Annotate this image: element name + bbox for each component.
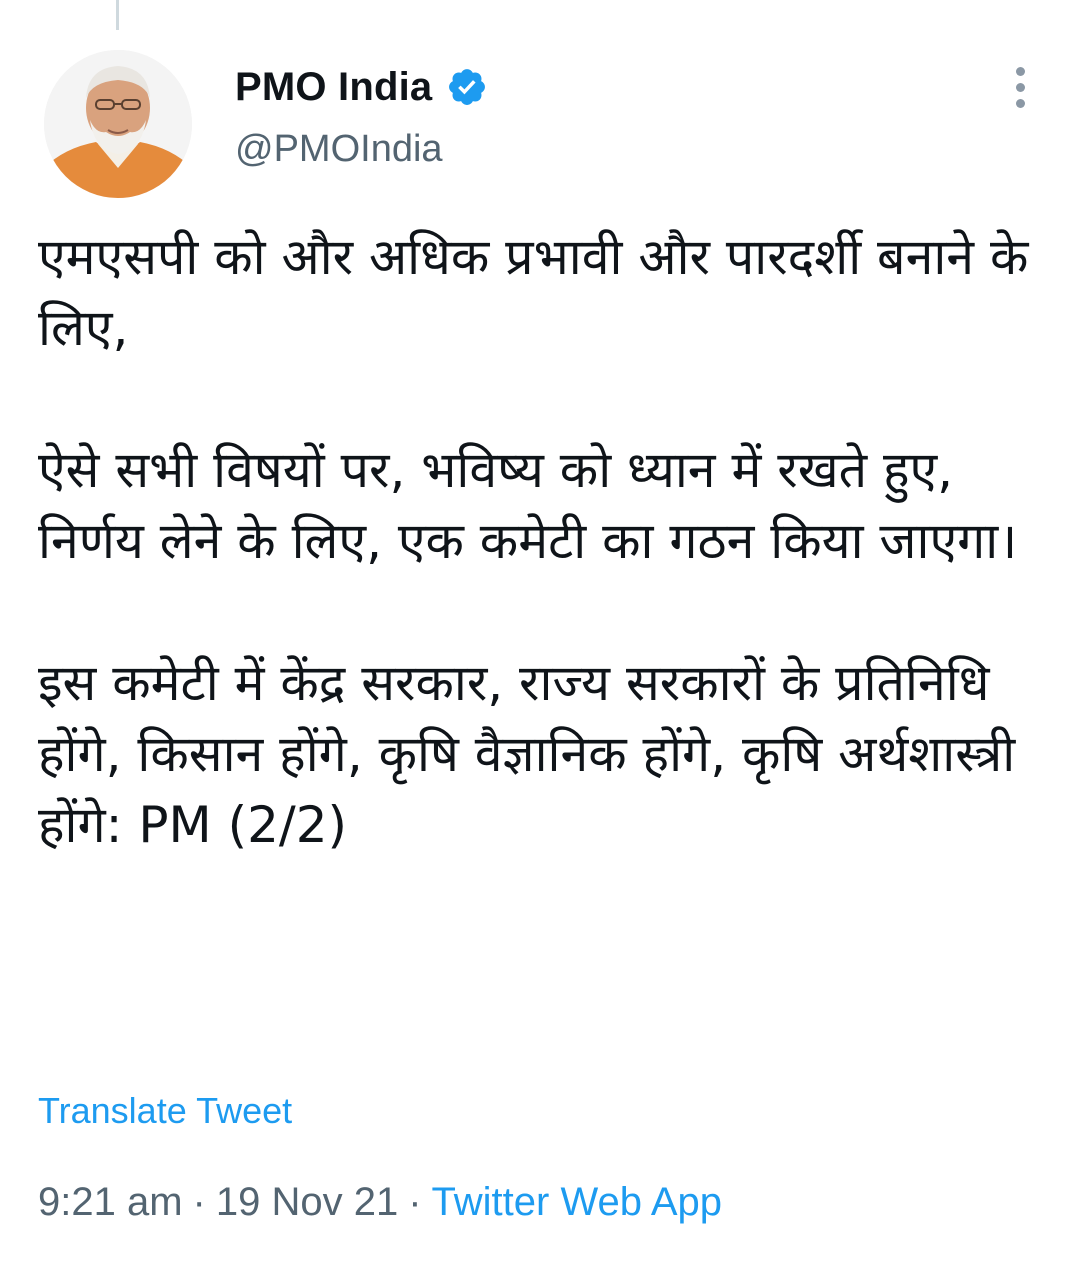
tweet-paragraph: एमएसपी को और अधिक प्रभावी और पारदर्शी बन…	[38, 228, 1045, 357]
author-display-name[interactable]: PMO India	[235, 65, 432, 110]
more-dot	[1015, 66, 1025, 76]
tweet-paragraph: इस कमेटी में केंद्र सरकार, राज्य सरकारों…	[38, 654, 1032, 854]
tweet-source-link[interactable]: Twitter Web App	[432, 1180, 723, 1224]
avatar[interactable]	[44, 50, 192, 198]
verified-badge-icon	[446, 66, 488, 108]
tweet-metadata: 9:21 am · 19 Nov 21 · Twitter Web App	[38, 1180, 722, 1225]
meta-separator: ·	[192, 1180, 206, 1224]
tweet-date[interactable]: 19 Nov 21	[216, 1180, 398, 1224]
meta-separator: ·	[408, 1180, 422, 1224]
more-dot	[1015, 82, 1025, 92]
translate-tweet-link[interactable]: Translate Tweet	[38, 1090, 292, 1132]
author-name-row[interactable]: PMO India	[235, 62, 488, 112]
author-handle[interactable]: @PMOIndia	[235, 128, 443, 171]
avatar-image	[44, 50, 192, 198]
tweet-paragraph: ऐसे सभी विषयों पर, भविष्य को ध्यान में र…	[38, 441, 1018, 570]
more-dot	[1015, 98, 1025, 108]
more-options-icon[interactable]	[1000, 62, 1040, 112]
tweet-body: एमएसपी को और अधिक प्रभावी और पारदर्शी बन…	[38, 222, 1048, 861]
tweet-time[interactable]: 9:21 am	[38, 1180, 183, 1224]
thread-connector-line	[116, 0, 119, 30]
